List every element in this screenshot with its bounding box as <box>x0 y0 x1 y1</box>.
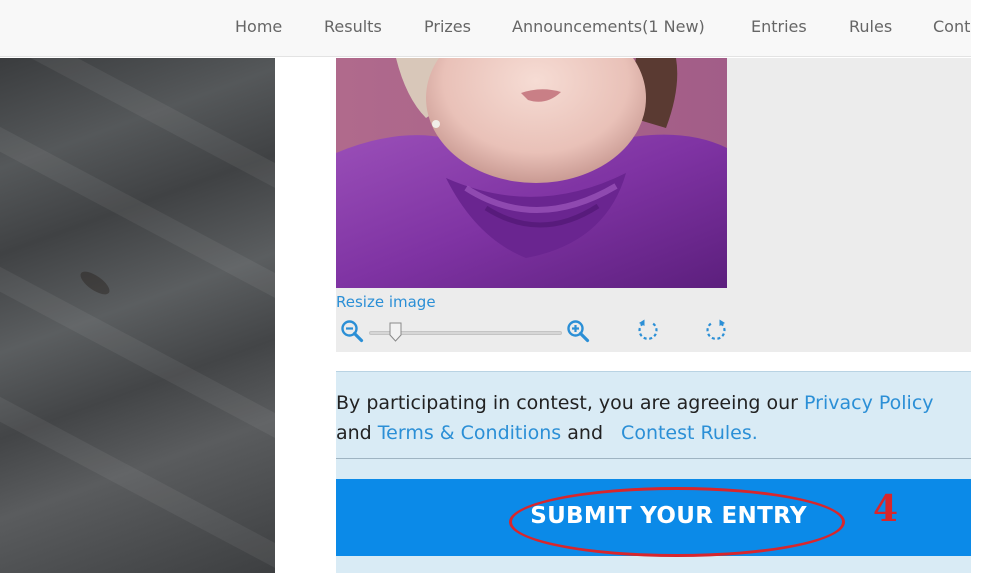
rotate-left-icon[interactable] <box>636 318 660 342</box>
rotate-right-icon[interactable] <box>704 318 728 342</box>
nav-item-entries[interactable]: Entries <box>751 17 807 36</box>
nav-item-prizes[interactable]: Prizes <box>424 17 471 36</box>
uploaded-photo[interactable] <box>336 58 727 288</box>
terms-conditions-link[interactable]: Terms & Conditions <box>378 422 561 444</box>
nav-item-contact[interactable]: Cont <box>933 17 970 36</box>
privacy-policy-link[interactable]: Privacy Policy <box>804 392 933 414</box>
resize-image-label: Resize image <box>336 293 436 311</box>
agreement-and-text: and <box>336 422 378 444</box>
annotation-step-number: 4 <box>873 488 899 530</box>
top-navbar: Home Results Prizes Announcements(1 New)… <box>0 0 971 57</box>
nav-item-announcements[interactable]: Announcements(1 New) <box>512 17 705 36</box>
agreement-text: By participating in contest, you are agr… <box>336 388 971 448</box>
agreement-box: By participating in contest, you are agr… <box>336 371 971 459</box>
agreement-and-text-2: and <box>561 422 610 444</box>
zoom-out-icon[interactable] <box>340 319 364 343</box>
agreement-intro: By participating in contest, you are agr… <box>336 392 805 414</box>
zoom-in-icon[interactable] <box>566 319 590 343</box>
nav-item-results[interactable]: Results <box>324 17 382 36</box>
nav-item-home[interactable]: Home <box>235 17 282 36</box>
contest-rules-link[interactable]: Contest Rules. <box>621 422 758 444</box>
background-image <box>0 10 323 588</box>
nav-item-rules[interactable]: Rules <box>849 17 892 36</box>
zoom-slider-thumb[interactable] <box>389 322 402 342</box>
